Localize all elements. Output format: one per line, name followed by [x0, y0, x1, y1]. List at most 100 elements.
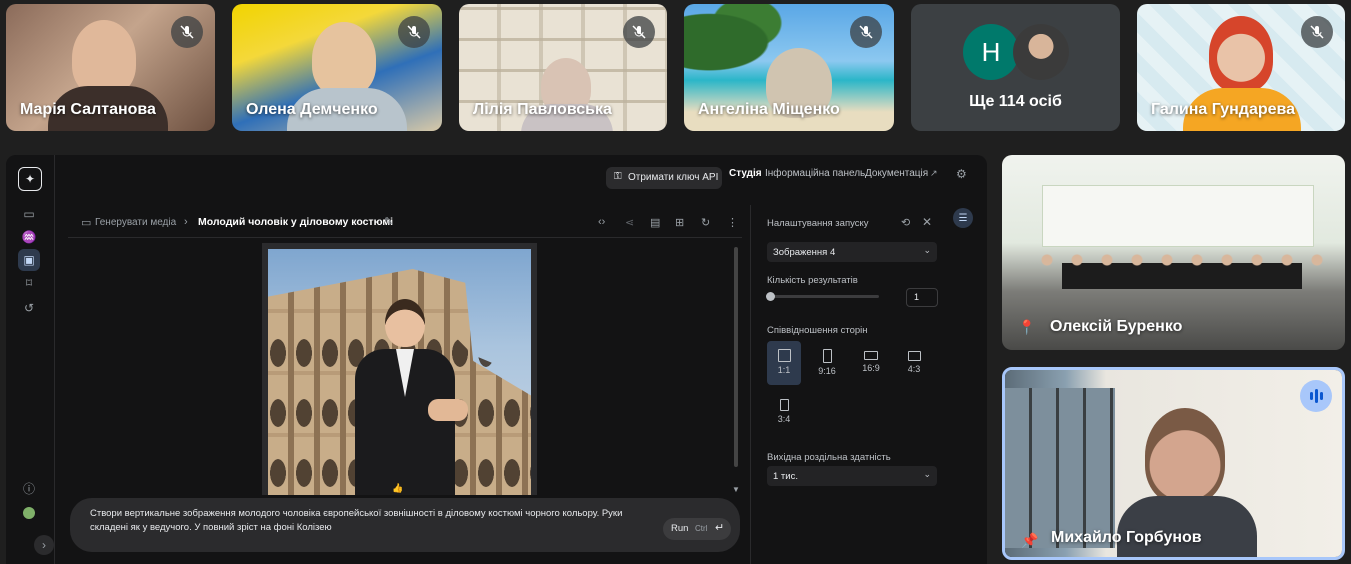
aspect-option-16-9[interactable]: 16:9	[854, 341, 888, 385]
media-icon: ▭	[81, 217, 92, 229]
chevron-down-icon: ⌄	[923, 469, 931, 479]
participant-tile[interactable]: Галина Гундарева	[1137, 4, 1345, 131]
slider-thumb[interactable]	[766, 292, 775, 301]
resolution-select[interactable]: 1 тис. ⌄	[767, 466, 937, 486]
left-rail: ✦ ▭ ♒ ▣ ⌑ ↺ ⓘ ›	[6, 155, 55, 564]
aspect-label-text: 9:16	[818, 366, 836, 376]
more-icon[interactable]: ⋮	[727, 216, 738, 229]
window-frame	[1005, 388, 1115, 548]
participant-tile[interactable]: Марія Салтанова	[6, 4, 215, 131]
shared-screen: ✦ ▭ ♒ ▣ ⌑ ↺ ⓘ › ⚿ Отримати ключ API Студ…	[6, 155, 987, 564]
thumb-up-icon[interactable]: 👍	[392, 483, 415, 493]
api-key-button[interactable]: ⚿ Отримати ключ API	[606, 167, 722, 189]
code-icon[interactable]: ‹›	[598, 216, 605, 228]
generated-image[interactable]	[268, 249, 531, 495]
participant-name: Михайло Горбунов	[1051, 529, 1202, 546]
chat-icon[interactable]: ▭	[18, 203, 40, 225]
model-select[interactable]: Зображення 4 ⌄	[767, 242, 937, 262]
aspect-label-text: 1:1	[777, 365, 791, 375]
save-icon[interactable]: ▤	[650, 216, 660, 229]
man-head	[385, 299, 425, 347]
aspect-label-text: 4:3	[907, 364, 921, 374]
square-icon	[777, 349, 791, 362]
scroll-down-icon[interactable]: ▼	[732, 485, 740, 494]
breadcrumb-root[interactable]: Генерувати медіа	[95, 217, 176, 228]
participant-name: Галина Гундарева	[1151, 101, 1296, 118]
tab-dashboard[interactable]: Інформаційна панель	[765, 168, 865, 179]
tune-icon[interactable]: ☰	[953, 208, 973, 228]
page-title: Молодий чоловік у діловому костюмі	[198, 216, 394, 228]
person-body	[1117, 496, 1257, 557]
aspect-option-9-16[interactable]: 9:16	[810, 341, 844, 385]
results-value: 1	[914, 292, 920, 302]
more-participants-label: Ще 114 осіб	[969, 93, 1062, 110]
pin-icon[interactable]: 📍	[1018, 319, 1035, 336]
landscape-icon	[864, 351, 878, 360]
more-participants-tile[interactable]: H Ще 114 осіб	[911, 4, 1120, 131]
participant-name: Ангеліна Міщенко	[698, 101, 840, 118]
results-input[interactable]: 1	[906, 288, 938, 307]
image-gen-icon[interactable]: ▣	[18, 249, 40, 271]
run-label: Run	[671, 523, 689, 534]
aspect-label: Співвідношення сторін	[767, 325, 868, 336]
build-icon[interactable]: ⌑	[18, 272, 40, 294]
image-actions: 👍	[392, 483, 532, 497]
chevron-right-icon: ›	[184, 216, 188, 228]
results-slider[interactable]	[766, 292, 879, 301]
person-silhouette	[1145, 408, 1225, 504]
account-avatar[interactable]	[18, 502, 40, 524]
person-silhouette	[1209, 16, 1273, 92]
history-icon[interactable]: ↺	[18, 297, 40, 319]
participant-name: Марія Салтанова	[20, 101, 156, 118]
docs-link[interactable]: Документація	[865, 168, 928, 179]
mic-off-icon	[850, 16, 882, 48]
prompt-input[interactable]: Створи вертикальне зображення молодого ч…	[90, 507, 650, 535]
participant-tile[interactable]: Ангеліна Міщенко	[684, 4, 894, 131]
landscape-icon	[907, 351, 921, 361]
reset-icon[interactable]: ⟲	[901, 216, 910, 229]
enter-icon: ↵	[715, 522, 725, 534]
share-icon[interactable]: ⋖	[625, 216, 634, 229]
studio-logo-icon[interactable]: ✦	[18, 167, 42, 191]
pin-icon[interactable]: 📌	[1021, 532, 1038, 549]
settings-icon[interactable]: ⚙	[956, 167, 967, 181]
refresh-icon[interactable]: ↻	[701, 216, 710, 229]
mic-off-icon	[623, 16, 655, 48]
speaking-indicator-icon	[1300, 380, 1332, 412]
aspect-option-3-4[interactable]: 3:4	[767, 391, 801, 431]
mic-off-icon	[171, 16, 203, 48]
avatar-letter: H	[981, 36, 1001, 67]
resolution-value: 1 тис.	[773, 471, 798, 482]
aspect-option-4-3[interactable]: 4:3	[897, 341, 931, 385]
participant-name: Олена Демченко	[246, 101, 378, 118]
compare-icon[interactable]: ⊞	[675, 216, 684, 229]
api-key-label: Отримати ключ API	[628, 172, 719, 183]
shortcut-label: Ctrl	[695, 524, 708, 533]
people-row	[1032, 235, 1332, 285]
audio-icon[interactable]: ♒	[18, 226, 40, 248]
external-link-icon: ↗	[930, 168, 938, 178]
participant-tile[interactable]: Олена Демченко	[232, 4, 442, 131]
results-label: Кількість результатів	[767, 275, 858, 286]
scrollbar[interactable]	[734, 247, 738, 467]
mic-off-icon	[1301, 16, 1333, 48]
avatar: H	[963, 24, 1019, 80]
aspect-option-1-1[interactable]: 1:1	[767, 341, 801, 385]
run-button[interactable]: Run Ctrl ↵	[663, 518, 731, 540]
resolution-label: Вихідна роздільна здатність	[767, 452, 891, 463]
close-icon[interactable]: ✕	[922, 215, 932, 229]
active-speaker-tile[interactable]: 📌 Михайло Горбунов	[1002, 367, 1345, 560]
aspect-label-text: 3:4	[777, 414, 791, 424]
key-icon: ⚿	[614, 171, 622, 182]
man-hands	[428, 399, 468, 421]
edit-icon[interactable]: ✎	[384, 215, 393, 228]
prompt-box[interactable]: Створи вертикальне зображення молодого ч…	[70, 498, 740, 552]
participant-tile[interactable]: Лілія Павловська	[459, 4, 667, 131]
participant-name: Олексій Буренко	[1050, 318, 1183, 335]
generated-image-frame	[262, 243, 537, 495]
expand-icon[interactable]: ›	[34, 535, 54, 555]
info-icon[interactable]: ⓘ	[18, 477, 40, 499]
participant-tile[interactable]: 📍 Олексій Буренко	[1002, 155, 1345, 350]
portrait-icon	[779, 399, 789, 411]
tab-studio[interactable]: Студія	[729, 168, 762, 179]
